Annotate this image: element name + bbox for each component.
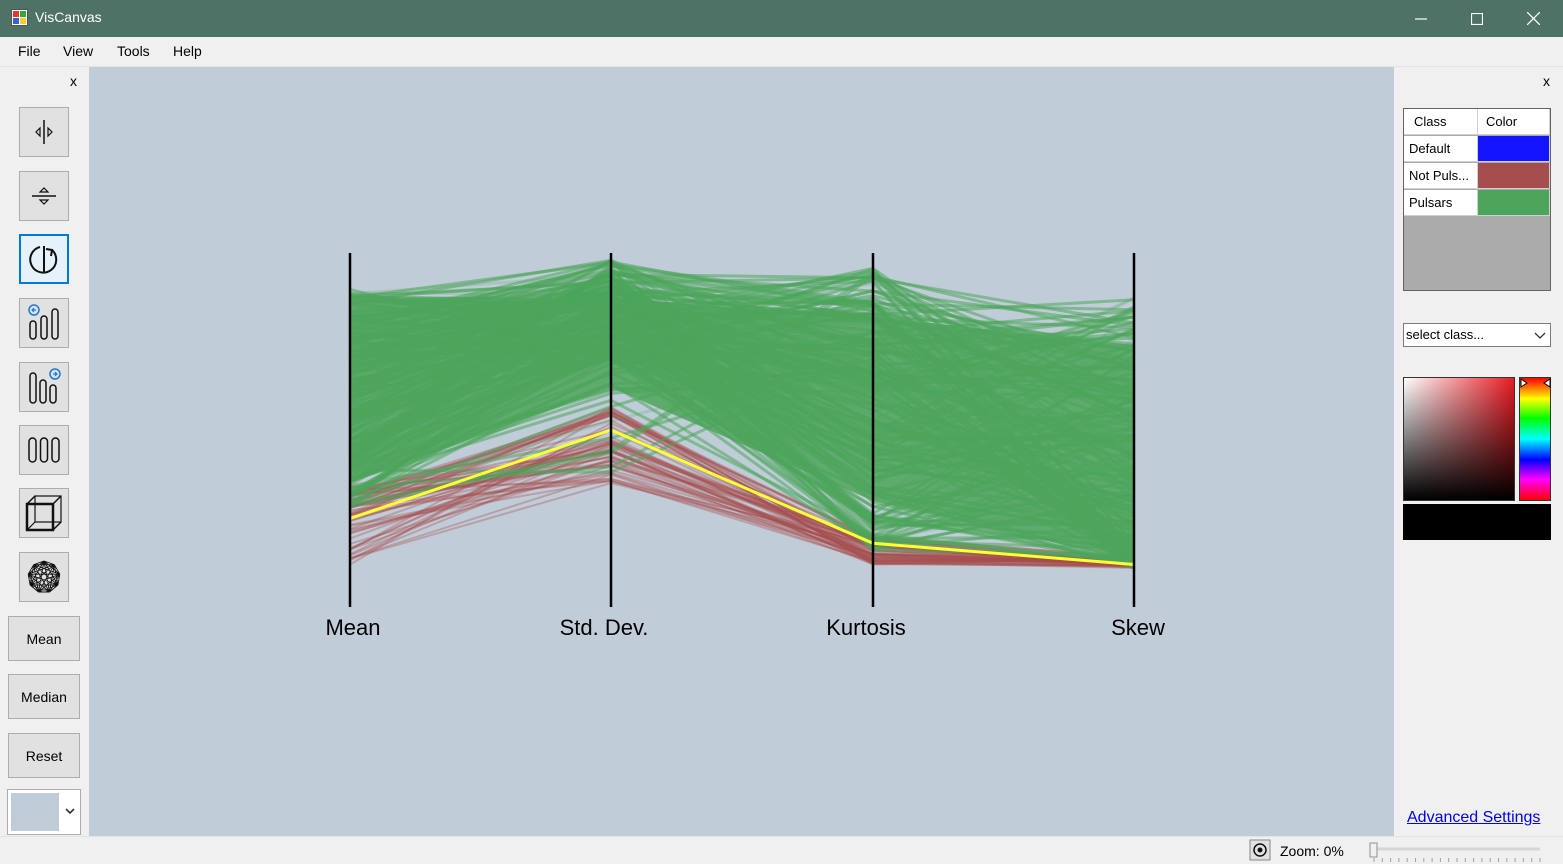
parallel-coordinates-plot[interactable] bbox=[89, 67, 1394, 836]
three-axes-icon bbox=[28, 437, 60, 463]
minimize-button[interactable] bbox=[1393, 0, 1449, 37]
right-panel: x Class Color Default Not Puls... Pulsar… bbox=[1395, 67, 1563, 836]
class-color-cell[interactable] bbox=[1478, 190, 1550, 216]
axes-button[interactable] bbox=[19, 425, 69, 475]
rotate-button[interactable] bbox=[19, 234, 69, 284]
left-panel-close-button[interactable]: x bbox=[70, 73, 77, 89]
class-name-cell[interactable]: Pulsars bbox=[1404, 190, 1478, 216]
window-title: VisCanvas bbox=[35, 9, 102, 25]
minimize-icon bbox=[1415, 17, 1427, 20]
mean-button[interactable]: Mean bbox=[8, 616, 80, 661]
axis-label-std-dev: Std. Dev. bbox=[559, 615, 649, 640]
app-icon bbox=[11, 9, 28, 26]
cube-view-button[interactable] bbox=[19, 488, 69, 538]
rotate-icon bbox=[29, 246, 58, 274]
status-bar: Zoom: 0% bbox=[0, 836, 1563, 864]
class-color-table[interactable]: Class Color Default Not Puls... Pulsars bbox=[1403, 108, 1551, 291]
table-row[interactable]: Pulsars bbox=[1404, 190, 1550, 217]
maximize-button[interactable] bbox=[1449, 0, 1505, 37]
star-polygon-icon bbox=[27, 560, 61, 593]
add-axis-right-icon bbox=[29, 368, 61, 404]
horizontal-split-arrows-icon bbox=[35, 120, 53, 144]
median-button[interactable]: Median bbox=[8, 674, 80, 719]
chevron-down-icon bbox=[1534, 332, 1546, 339]
axis-label-skew: Skew bbox=[1111, 615, 1165, 640]
class-select-dropdown[interactable]: select class... bbox=[1403, 323, 1551, 347]
title-bar: VisCanvas bbox=[0, 0, 1563, 37]
table-header-row: Class Color bbox=[1404, 109, 1550, 136]
class-color-cell[interactable] bbox=[1478, 163, 1550, 189]
radial-view-button[interactable] bbox=[19, 552, 69, 602]
menu-view[interactable]: View bbox=[63, 43, 93, 59]
column-header-color[interactable]: Color bbox=[1478, 109, 1550, 135]
maximize-icon bbox=[1471, 12, 1483, 25]
class-name-cell[interactable]: Default bbox=[1404, 136, 1478, 162]
menu-bar: File View Tools Help bbox=[0, 37, 1563, 67]
add-axis-right-button[interactable] bbox=[19, 362, 69, 412]
selected-color-preview bbox=[1403, 504, 1551, 540]
reset-button[interactable]: Reset bbox=[8, 733, 80, 778]
vertical-split-arrows-icon bbox=[32, 187, 56, 205]
swap-axes-vertical-button[interactable] bbox=[19, 171, 69, 221]
table-row[interactable]: Default bbox=[1404, 136, 1550, 163]
chevron-down-icon bbox=[65, 808, 75, 815]
zoom-slider[interactable] bbox=[1368, 839, 1544, 863]
axis-label-kurtosis: Kurtosis bbox=[826, 615, 906, 640]
table-row[interactable]: Not Puls... bbox=[1404, 163, 1550, 190]
add-axis-left-icon bbox=[28, 304, 59, 340]
zoom-reset-icon[interactable] bbox=[1249, 839, 1271, 861]
hue-slider-handle[interactable] bbox=[1520, 378, 1552, 388]
menu-help[interactable]: Help bbox=[173, 43, 202, 59]
advanced-settings-link[interactable]: Advanced Settings bbox=[1407, 809, 1540, 827]
axis-label-mean: Mean bbox=[325, 615, 381, 640]
color-picker-field[interactable] bbox=[1403, 377, 1515, 501]
zoom-level: Zoom: 0% bbox=[1280, 843, 1344, 859]
hue-slider[interactable] bbox=[1519, 377, 1551, 501]
close-button[interactable] bbox=[1505, 0, 1561, 37]
background-color-swatch bbox=[11, 793, 59, 831]
cube-icon bbox=[25, 495, 62, 532]
background-color-dropdown[interactable] bbox=[7, 789, 81, 835]
add-axis-left-button[interactable] bbox=[19, 298, 69, 348]
close-icon bbox=[1526, 12, 1540, 25]
data-lines bbox=[349, 258, 1136, 570]
class-select-placeholder: select class... bbox=[1406, 327, 1485, 342]
swap-axes-horizontal-button[interactable] bbox=[19, 107, 69, 157]
menu-tools[interactable]: Tools bbox=[117, 43, 150, 59]
column-header-class[interactable]: Class bbox=[1404, 109, 1478, 135]
left-toolbar: x Mean Median Reset bbox=[0, 67, 88, 836]
class-name-cell[interactable]: Not Puls... bbox=[1404, 163, 1478, 189]
right-panel-close-button[interactable]: x bbox=[1543, 73, 1550, 89]
menu-file[interactable]: File bbox=[18, 43, 41, 59]
class-color-cell[interactable] bbox=[1478, 136, 1550, 162]
visualization-canvas[interactable]: Mean Std. Dev. Kurtosis Skew bbox=[89, 67, 1394, 836]
